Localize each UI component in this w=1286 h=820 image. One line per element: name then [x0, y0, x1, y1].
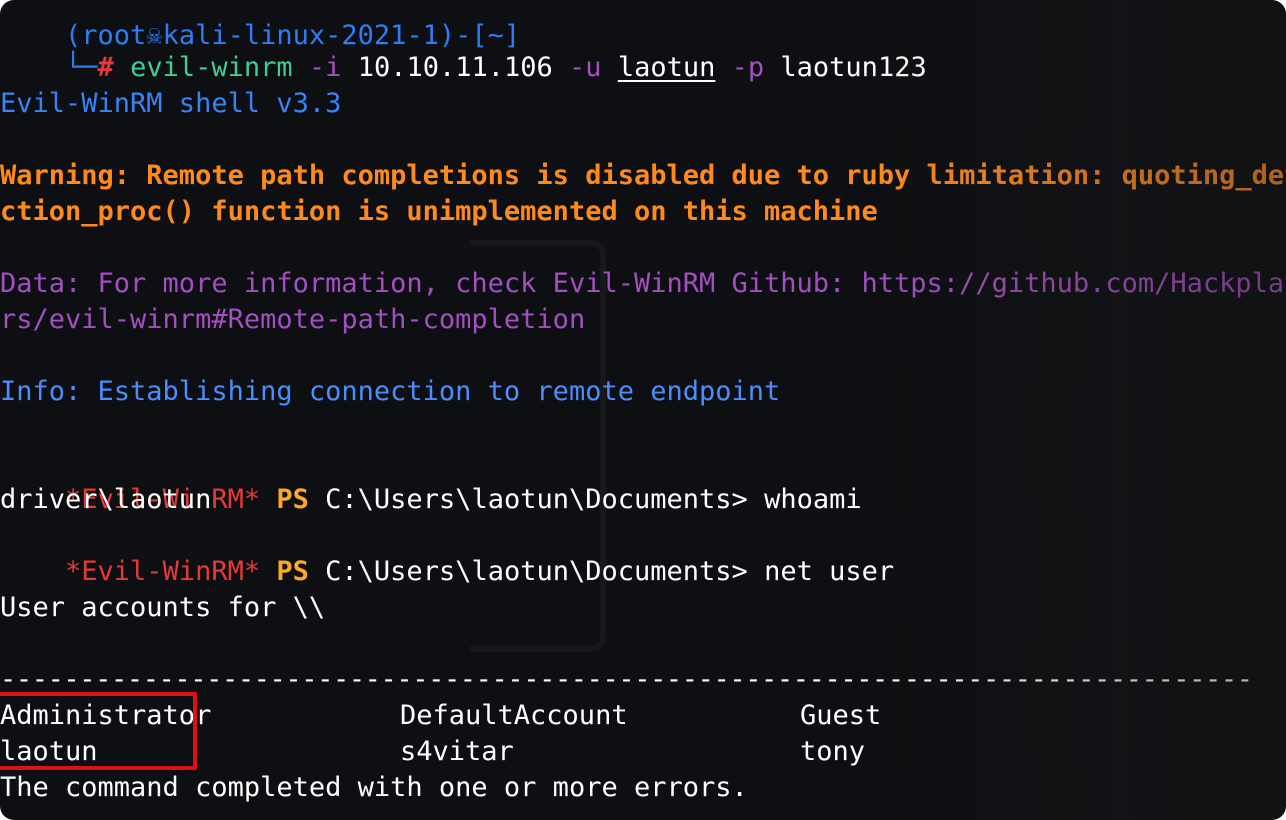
account-cell: tony	[800, 736, 866, 767]
account-cell: Guest	[800, 700, 882, 731]
user-accounts-header: User accounts for \\	[0, 592, 326, 623]
prompt-corner-glyph: └─	[65, 52, 98, 83]
prompt-tag: *Evil-WinRM*	[65, 556, 261, 587]
command-name: evil-winrm	[130, 52, 293, 83]
completion-line: The command completed with one or more e…	[0, 772, 748, 803]
account-cell: s4vitar	[400, 736, 514, 767]
typed-command: net user	[764, 556, 895, 587]
account-cell: DefaultAccount	[400, 700, 628, 731]
typed-command: whoami	[764, 484, 862, 515]
terminal-window[interactable]: (root☠kali-linux-2021-1)-[~] └─# evil-wi…	[0, 0, 1286, 820]
password-arg: laotun123	[780, 52, 927, 83]
info-line: Info: Establishing connection to remote …	[0, 376, 781, 407]
warning-line-1: Warning: Remote path completions is disa…	[0, 160, 1286, 191]
data-line-2: rs/evil-winrm#Remote-path-completion	[0, 304, 586, 335]
root-hash-symbol: #	[97, 52, 114, 83]
banner-line: Evil-WinRM shell v3.3	[0, 88, 342, 119]
flag-ip: -i	[308, 52, 342, 83]
ip-address: 10.10.11.106	[357, 52, 553, 83]
highlight-annotation-box	[0, 692, 197, 770]
flag-user: -u	[569, 52, 602, 83]
whoami-output: driver\laotun	[0, 484, 212, 515]
ps-label: PS	[276, 484, 309, 515]
warning-line-2: ction_proc() function is unimplemented o…	[0, 196, 878, 227]
prompt-path: C:\Users\laotun\Documents>	[325, 484, 748, 515]
prompt-path: C:\Users\laotun\Documents>	[325, 556, 748, 587]
ps-label: PS	[276, 556, 309, 587]
username-arg: laotun	[617, 52, 716, 83]
flag-password: -p	[731, 52, 765, 83]
data-line-1: Data: For more information, check Evil-W…	[0, 268, 1286, 299]
